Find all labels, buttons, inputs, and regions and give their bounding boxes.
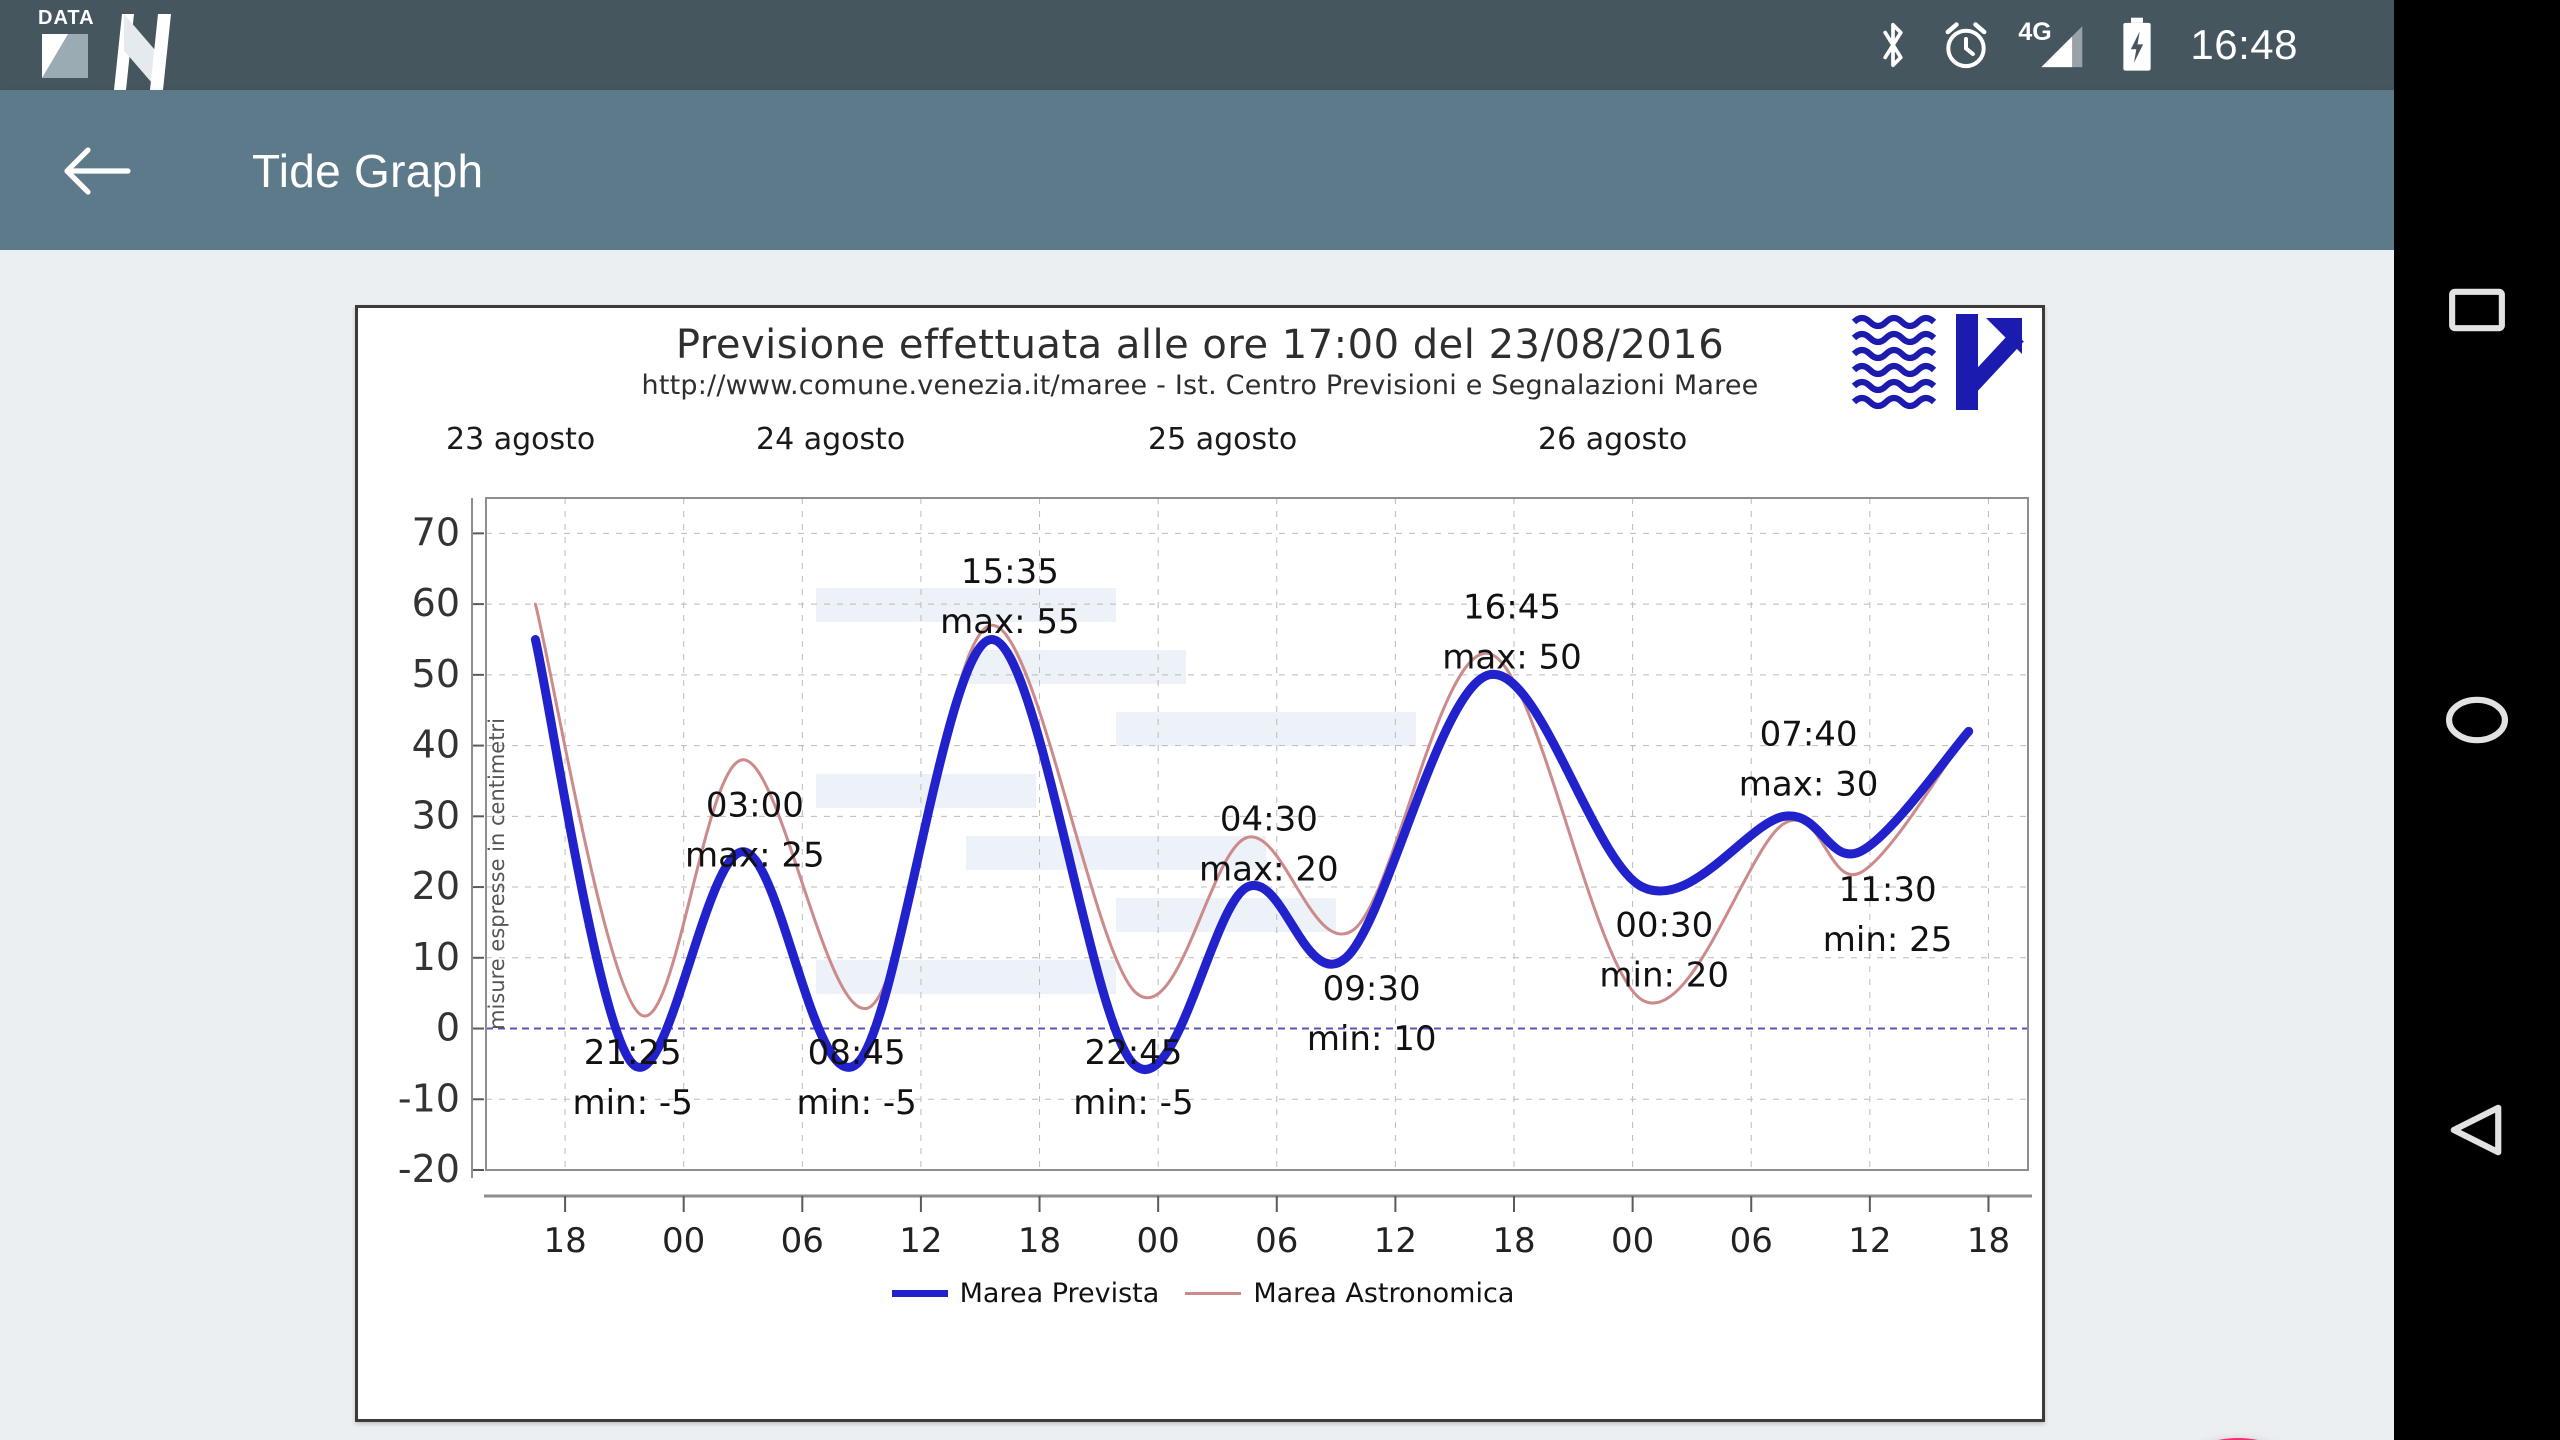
system-back-button[interactable] [2394,1070,2560,1190]
legend-label-previsione: Marea Prevista [959,1277,1160,1309]
n-logo-icon [114,14,172,90]
svg-text:21:25: 21:25 [584,1033,682,1073]
svg-text:60: 60 [412,581,460,625]
svg-text:08:45: 08:45 [808,1033,906,1073]
svg-text:0: 0 [436,1006,460,1050]
svg-text:70: 70 [412,510,460,554]
data-triangle [42,34,88,78]
svg-text:00:30: 00:30 [1615,906,1713,946]
bluetooth-icon [1874,17,1912,73]
svg-text:12: 12 [1848,1221,1891,1261]
svg-text:15:35: 15:35 [961,552,1059,592]
legend-item-previsione: Marea Prevista [891,1277,1160,1309]
svg-text:min: 25: min: 25 [1823,920,1953,960]
svg-text:min: 20: min: 20 [1599,956,1729,996]
plot-area: 70 60 50 40 30 20 10 0 -10 -20 misure espresse in … [358,470,2048,1325]
status-bar-left-icons: DATA [38,8,172,90]
svg-text:11:30: 11:30 [1839,870,1937,910]
status-bar-clock: 16:48 [2190,21,2298,68]
chart-legend: Marea Prevista Marea Astronomica [358,1271,2048,1315]
svg-text:50: 50 [412,652,460,696]
svg-text:00: 00 [1611,1221,1654,1261]
svg-text:06: 06 [1255,1221,1298,1261]
battery-charging-icon [2118,16,2156,74]
system-navigation-bar [2394,0,2560,1440]
svg-text:min: -5: min: -5 [797,1083,917,1123]
svg-text:04:30: 04:30 [1220,799,1318,839]
svg-text:min: -5: min: -5 [573,1083,693,1123]
svg-text:18: 18 [1492,1221,1535,1261]
graph-title: Previsione effettuata alle ore 17:00 del… [675,322,1725,368]
svg-text:03:00: 03:00 [706,785,804,825]
legend-swatch-blue [891,1289,948,1297]
day-label-0: 23 agosto [446,422,596,457]
svg-text:max: 20: max: 20 [1199,849,1339,889]
page-title: Tide Graph [252,145,484,197]
tide-plot-svg: 70 60 50 40 30 20 10 0 -10 -20 misure espresse in … [398,497,2032,1261]
venezia-maree-logo [1850,310,2038,418]
tide-graph-card[interactable]: Previsione effettuata alle ore 17:00 del… [355,305,2045,1422]
wave-pattern-icon [1851,314,1937,410]
status-bar: DATA 4G 16:48 [0,0,2394,90]
home-button[interactable] [2394,660,2560,780]
day-label-2: 25 agosto [1148,422,1298,457]
phone-viewport: DATA 4G 16:48 Tide Graph Previsione effe… [0,0,2394,1440]
svg-text:18: 18 [1967,1221,2010,1261]
content-area: Previsione effettuata alle ore 17:00 del… [0,250,2394,1440]
legend-item-astronomica: Marea Astronomica [1185,1278,1514,1309]
svg-text:06: 06 [781,1221,824,1261]
graph-header: Previsione effettuata alle ore 17:00 del… [358,308,2042,418]
n-logo-stroke-right [150,14,171,90]
svg-text:07:40: 07:40 [1760,715,1858,755]
svg-text:max: 50: max: 50 [1442,637,1582,677]
recents-square-icon [2449,288,2505,332]
svg-text:misure espresse in centimetri: misure espresse in centimetri [485,718,509,1030]
svg-text:16:45: 16:45 [1463,587,1561,627]
signal-4g-icon: 4G [2018,16,2090,74]
app-bar: Tide Graph [0,90,2394,250]
svg-text:min: -5: min: -5 [1073,1083,1193,1123]
recents-button[interactable] [2394,250,2560,370]
svg-text:06: 06 [1730,1221,1773,1261]
svg-text:18: 18 [1018,1221,1061,1261]
svg-text:-10: -10 [398,1076,460,1120]
svg-text:-20: -20 [398,1147,460,1191]
svg-text:20: 20 [412,864,460,908]
day-label-row: 23 agosto 24 agosto 25 agosto 26 agosto [358,418,2042,470]
svg-text:00: 00 [1137,1221,1180,1261]
svg-text:12: 12 [899,1221,942,1261]
legend-label-astronomica: Marea Astronomica [1253,1277,1515,1309]
svg-text:min: 10: min: 10 [1307,1019,1437,1059]
back-triangle-icon [2450,1104,2502,1156]
alarm-clock-icon [1940,18,1992,72]
double-arrow-icon [1956,314,2024,410]
svg-text:12: 12 [1374,1221,1417,1261]
data-badge-label: DATA [38,7,95,29]
svg-text:00: 00 [662,1221,705,1261]
legend-swatch-pink [1185,1291,1242,1295]
svg-text:10: 10 [412,935,460,979]
svg-text:30: 30 [412,793,460,837]
day-label-1: 24 agosto [756,422,906,457]
svg-text:max: 25: max: 25 [685,835,825,875]
day-label-3: 26 agosto [1538,422,1688,457]
svg-text:max: 55: max: 55 [940,602,1080,642]
svg-text:max: 30: max: 30 [1739,765,1879,805]
svg-text:22:45: 22:45 [1084,1033,1182,1073]
home-circle-icon [2445,696,2509,744]
data-icon: DATA [38,8,94,78]
back-button[interactable] [62,140,134,202]
svg-text:09:30: 09:30 [1323,969,1421,1009]
svg-text:40: 40 [412,723,460,767]
status-bar-right-icons: 4G 16:48 [1874,0,2298,90]
svg-text:18: 18 [543,1221,586,1261]
graph-subtitle: http://www.comune.venezia.it/maree - Ist… [641,370,1759,401]
